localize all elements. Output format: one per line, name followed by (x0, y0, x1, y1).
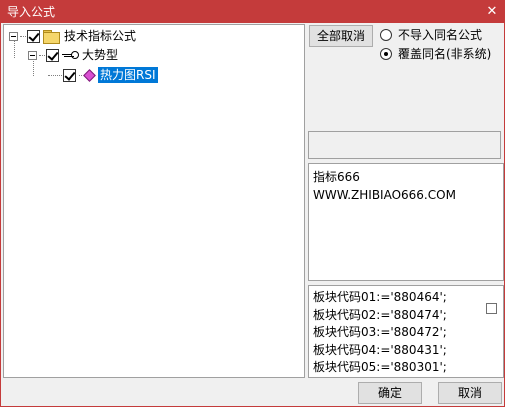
close-icon[interactable]: ✕ (482, 2, 502, 22)
code-checkbox[interactable] (486, 303, 497, 314)
tree-dots (39, 54, 45, 56)
formula-icon (83, 69, 95, 81)
radio-no-import-label: 不导入同名公式 (398, 28, 483, 42)
tree-node-root[interactable]: 技术指标公式 (9, 27, 136, 45)
title-bar: 导入公式 ✕ (1, 1, 504, 23)
radio-overwrite-circle[interactable] (380, 47, 392, 60)
tree-node-label-selected[interactable]: 热力图RSI (97, 66, 159, 84)
group-checkbox[interactable] (46, 48, 59, 62)
root-checkbox[interactable] (27, 29, 40, 43)
description-box: 指标666 WWW.ZHIBIAO666.COM (308, 163, 504, 281)
key-icon (62, 50, 79, 60)
radio-overwrite-label: 覆盖同名(非系统) (398, 47, 492, 61)
code-line: 板块代码03:='880472'; (313, 325, 447, 339)
code-line: 板块代码04:='880431'; (313, 342, 447, 357)
cancel-all-button[interactable]: 全部取消 (309, 25, 373, 47)
info-field (308, 131, 501, 159)
ok-button[interactable]: 确定 (358, 382, 422, 404)
tree-node-label: 技术指标公式 (64, 29, 137, 43)
folder-icon (43, 30, 60, 44)
tree-dots (79, 74, 82, 76)
code-line: 板块代码02:='880474'; (313, 307, 447, 322)
radio-no-import-circle[interactable] (380, 28, 392, 41)
description-line: 指标666 (313, 170, 360, 184)
tree-dots (20, 35, 26, 37)
collapse-icon[interactable] (9, 31, 18, 41)
tree-node-group[interactable]: 大势型 (28, 46, 118, 64)
code-line: 板块代码01:='880464'; (313, 290, 447, 304)
tree-node-item[interactable]: 热力图RSI (48, 66, 159, 84)
code-line: 板块代码05:='880301'; (313, 360, 447, 374)
tree-node-label: 大势型 (82, 48, 119, 62)
formula-tree[interactable]: 技术指标公式 大势型 热力图RSI (3, 24, 305, 378)
radio-no-import[interactable]: 不导入同名公式 (380, 26, 482, 43)
item-checkbox[interactable] (63, 68, 76, 82)
tree-dots (48, 74, 62, 76)
cancel-button[interactable]: 取消 (438, 382, 502, 404)
collapse-icon[interactable] (28, 50, 37, 60)
description-line: WWW.ZHIBIAO666.COM (313, 188, 456, 202)
window-title: 导入公式 (7, 5, 56, 19)
formula-code-box[interactable]: 板块代码01:='880464'; 板块代码02:='880474'; 板块代码… (308, 285, 504, 378)
import-formula-dialog: 导入公式 ✕ 技术指标公式 大势型 热力图RSI 全部取消 不导入同名公式 覆盖… (0, 0, 505, 407)
radio-overwrite[interactable]: 覆盖同名(非系统) (380, 45, 491, 62)
